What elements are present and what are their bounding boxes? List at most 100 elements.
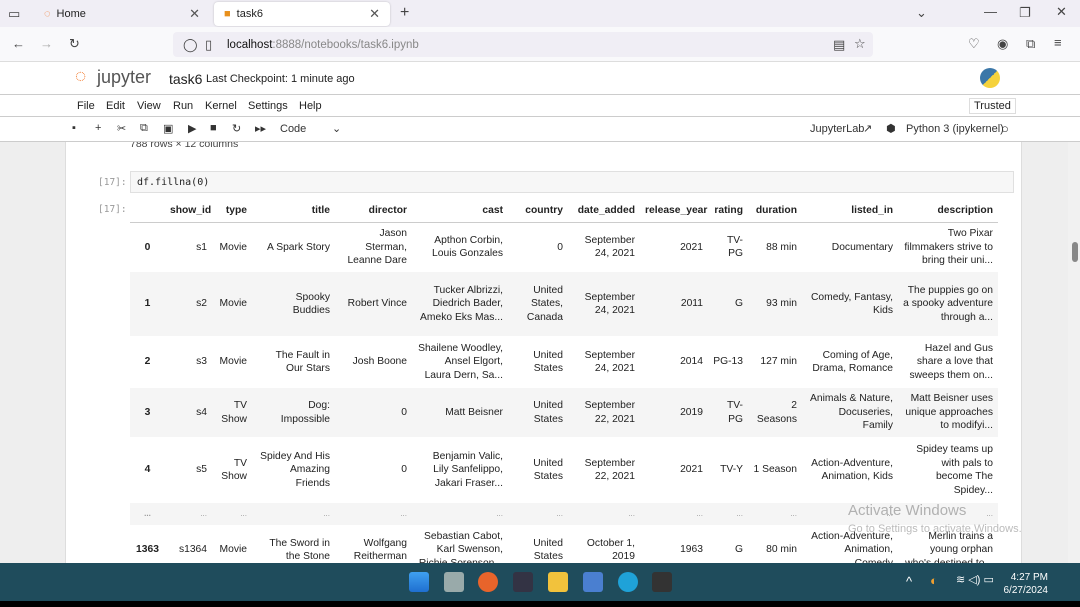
reader-view-icon[interactable]: ▤ — [833, 37, 845, 53]
menu-edit[interactable]: Edit — [106, 100, 125, 112]
table-cell: 88 min — [766, 241, 797, 253]
url-input[interactable]: ◯ ▯ localhost:8888/notebooks/task6.ipynb… — [173, 32, 873, 57]
table-cell: s2 — [165, 272, 212, 336]
windows-taskbar: ^ ◐ ≋ ◁) ▭ 4:27 PM 6/27/2024 — [0, 563, 1080, 601]
forward-icon[interactable]: → — [40, 36, 53, 51]
table-cell: Spooky Buddies — [252, 272, 335, 336]
kernel-status-icon: ○ — [1001, 121, 1009, 136]
table-cell: Movie — [212, 272, 252, 336]
cut-icon[interactable]: ✂ — [117, 122, 126, 135]
clock[interactable]: 4:27 PM 6/27/2024 — [1004, 571, 1049, 597]
run-icon[interactable]: ▶ — [188, 122, 196, 135]
add-cell-icon[interactable]: + — [95, 122, 101, 134]
show-hidden-icons-icon[interactable]: ^ — [906, 574, 912, 589]
account-icon[interactable]: ◉ — [997, 36, 1008, 52]
table-cell: 0 — [557, 241, 563, 253]
table-row: 2 s3 Movie The Fault in Our Stars Josh Boone… — [130, 336, 998, 388]
table-row: 1 s2 Movie Spooky Buddies Robert Vince Tucker… — [130, 272, 998, 336]
list-tabs-icon[interactable]: ⌄ — [916, 5, 927, 21]
menu-kernel[interactable]: Kernel — [205, 100, 237, 112]
jupyter-logo-icon[interactable]: ◌ — [75, 66, 86, 88]
close-tab-icon[interactable]: ✕ — [369, 6, 380, 22]
table-cell: Shailene Woodley, Ansel Elgort, Laura De… — [418, 342, 503, 381]
table-cell: ... — [708, 503, 748, 525]
save-icon[interactable]: ▪ — [72, 122, 76, 134]
new-tab-icon[interactable]: + — [400, 4, 409, 22]
table-cell: 127 min — [760, 356, 797, 368]
tab-overview-icon[interactable]: ▭ — [8, 6, 20, 22]
fast-forward-icon[interactable]: ▸▸ — [255, 122, 266, 135]
pocket-icon[interactable]: ♡ — [968, 36, 980, 52]
file-explorer-icon[interactable] — [548, 572, 568, 592]
menu-icon[interactable]: ≡ — [1054, 35, 1062, 50]
tab-task6[interactable]: ■ task6 ✕ — [214, 2, 390, 26]
chevron-down-icon[interactable]: ⌄ — [332, 122, 341, 135]
terminal-icon[interactable] — [652, 572, 672, 592]
notebook-icon: ■ — [224, 8, 231, 20]
menu-file[interactable]: File — [77, 100, 95, 112]
table-cell: ... — [252, 503, 335, 525]
reload-icon[interactable]: ↻ — [69, 36, 80, 52]
table-cell: TV Show — [221, 457, 247, 483]
stop-icon[interactable]: ■ — [210, 122, 217, 134]
table-cell: G — [708, 272, 748, 336]
column-header: title — [252, 199, 335, 223]
menu-bar: File Edit View Run Kernel Settings Help … — [0, 95, 1080, 117]
paste-icon[interactable]: ▣ — [163, 122, 173, 135]
jupyter-logo-text: jupyter — [97, 67, 152, 87]
table-cell: Comedy, Fantasy, Kids — [802, 272, 898, 336]
table-cell: Robert Vince — [335, 272, 412, 336]
firefox-icon[interactable] — [478, 572, 498, 592]
table-cell: Coming of Age, Drama, Romance — [812, 349, 893, 375]
scrollbar-thumb[interactable] — [1072, 242, 1078, 262]
close-tab-icon[interactable]: ✕ — [189, 6, 200, 22]
close-window-icon[interactable]: ✕ — [1056, 4, 1067, 20]
copy-icon[interactable]: ⧉ — [140, 122, 148, 135]
table-cell: ... — [748, 503, 802, 525]
store-icon[interactable] — [583, 572, 603, 592]
tab-home[interactable]: ◌ Home ✕ — [34, 2, 210, 26]
column-header: cast — [412, 199, 508, 223]
external-link-icon: ↗ — [863, 123, 873, 135]
menu-help[interactable]: Help — [299, 100, 322, 112]
table-cell: Matt Beisner uses unique approaches to m… — [898, 388, 998, 437]
vertical-scrollbar[interactable] — [1068, 142, 1080, 563]
table-cell: United States, Canada — [508, 272, 568, 336]
row-index: ... — [130, 503, 165, 525]
table-cell: Apthon Corbin, Louis Gonzales — [432, 234, 503, 260]
wifi-volume-battery-icon[interactable]: ≋ ◁) ▭ — [956, 573, 994, 586]
column-header: type — [212, 199, 252, 223]
code-cell-input[interactable]: df.fillna(0) — [130, 171, 1014, 193]
task-view-icon[interactable] — [444, 572, 464, 592]
notebook-name[interactable]: task6 — [169, 71, 202, 87]
table-cell: Matt Beisner — [412, 388, 508, 437]
clipchamp-icon[interactable] — [513, 572, 533, 592]
table-cell: ... — [335, 503, 412, 525]
table-row: 3 s4 TV Show Dog: Impossible 0 Matt Beisner Un… — [130, 388, 998, 437]
extensions-icon[interactable]: ⧉ — [1026, 36, 1035, 52]
table-cell: Jason Sterman, Leanne Dare — [347, 228, 407, 266]
table-cell: TV-PG — [726, 234, 743, 260]
back-icon[interactable]: ← — [12, 36, 25, 51]
clock-time: 4:27 PM — [1010, 572, 1048, 583]
sync-icon[interactable]: ◐ — [930, 573, 938, 588]
table-cell: Dog: Impossible — [252, 388, 335, 437]
menu-settings[interactable]: Settings — [248, 100, 288, 112]
bookmark-star-icon[interactable]: ☆ — [854, 36, 866, 52]
column-header: release_year — [640, 199, 708, 223]
jupyterlab-link[interactable]: JupyterLab — [810, 123, 864, 135]
menu-view[interactable]: View — [137, 100, 161, 112]
cell-type-select[interactable]: Code — [280, 123, 306, 135]
trusted-badge[interactable]: Trusted — [969, 98, 1016, 114]
restart-icon[interactable]: ↻ — [232, 122, 241, 135]
tab-label: task6 — [236, 8, 263, 20]
kernel-name[interactable]: Python 3 (ipykernel) — [906, 123, 1004, 135]
table-cell: September 24, 2021 — [568, 272, 640, 336]
edge-icon[interactable] — [618, 572, 638, 592]
table-cell: Action-Adventure, Animation, Kids — [811, 457, 893, 483]
menu-run[interactable]: Run — [173, 100, 193, 112]
maximize-icon[interactable]: ❐ — [1019, 5, 1031, 21]
start-icon[interactable] — [409, 572, 429, 592]
debug-bug-icon[interactable]: ⬢ — [886, 122, 896, 135]
minimize-icon[interactable]: — — [984, 4, 997, 19]
